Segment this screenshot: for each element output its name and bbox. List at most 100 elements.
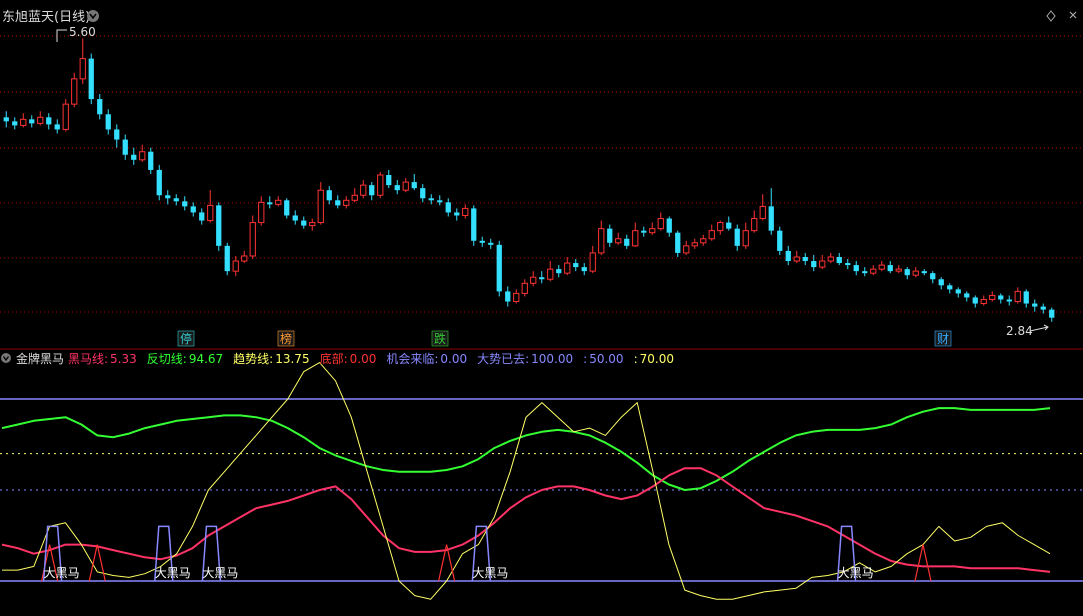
- candle-body: [241, 255, 248, 262]
- title-dropdown-button[interactable]: [87, 10, 99, 22]
- candle: [190, 202, 196, 217]
- candle: [972, 295, 978, 308]
- candle-body: [46, 117, 52, 125]
- candle: [641, 226, 647, 237]
- candle-body: [454, 212, 460, 216]
- candle-body: [700, 238, 707, 244]
- candle: [811, 254, 817, 272]
- candle: [360, 180, 367, 199]
- candle-body: [114, 129, 120, 140]
- candle-body: [589, 252, 596, 272]
- candle-body: [972, 297, 978, 304]
- candle-body: [1032, 303, 1038, 307]
- candle-body: [768, 206, 774, 231]
- candle-body: [411, 182, 417, 189]
- candle-body: [496, 244, 502, 292]
- candle-body: [513, 292, 520, 303]
- candle: [878, 261, 885, 272]
- candle-body: [530, 276, 537, 284]
- candle-body: [717, 222, 724, 232]
- candle: [454, 208, 460, 221]
- high-pointer: [56, 29, 67, 42]
- candle: [29, 115, 35, 128]
- candle-body: [581, 267, 587, 272]
- candle-body: [122, 139, 128, 155]
- candle-body: [930, 273, 936, 280]
- candle-body: [938, 279, 944, 286]
- candle-body: [1006, 299, 1012, 302]
- candle: [46, 113, 52, 130]
- candle-body: [734, 228, 740, 246]
- signal-markers: 大黑马 大黑马 大黑马 大黑马 大黑马: [42, 525, 874, 582]
- candle: [114, 124, 120, 148]
- candle: [471, 205, 477, 246]
- event-tags: 停榜跌财: [177, 330, 952, 347]
- candle-body: [895, 268, 902, 272]
- candle-body: [547, 268, 554, 280]
- candle: [301, 216, 307, 229]
- candle-body: [904, 269, 910, 276]
- indicator-name: 金牌黑马: [16, 351, 64, 366]
- candle: [505, 286, 511, 307]
- candle: [564, 256, 571, 276]
- candle: [54, 119, 60, 134]
- panel-menu-icon[interactable]: [1046, 10, 1077, 22]
- candle-body: [989, 294, 996, 300]
- candle-body: [267, 202, 273, 205]
- candle: [989, 291, 996, 302]
- candle: [335, 195, 341, 209]
- candle: [241, 250, 248, 264]
- event-tag[interactable]: 跌: [431, 330, 449, 347]
- candle-body: [785, 250, 791, 262]
- candle: [326, 186, 332, 205]
- candle: [88, 53, 94, 105]
- candle-body: [870, 268, 877, 274]
- candle-body: [666, 218, 672, 233]
- legend-item: 底部: 0.00: [320, 351, 377, 366]
- candle-body: [836, 256, 842, 264]
- candle-body: [980, 298, 987, 305]
- candle-body: [71, 78, 78, 105]
- legend-value: 100.00: [531, 352, 573, 366]
- candle: [521, 279, 528, 297]
- candle: [496, 240, 502, 297]
- signal-label: 大黑马: [44, 566, 80, 580]
- candle: [488, 238, 494, 249]
- candle: [377, 171, 384, 199]
- candle: [904, 267, 910, 280]
- candle-body: [88, 58, 94, 100]
- event-tag[interactable]: 财: [934, 330, 952, 347]
- candle-body: [335, 200, 341, 206]
- price-gridlines: [0, 35, 1083, 313]
- legend-value: 0.00: [350, 352, 377, 366]
- candle: [930, 271, 936, 284]
- candle: [802, 252, 808, 266]
- indicator-legend: 黑马线: 5.33 反切线: 94.67 趋势线: 13.75 底部: 0.00 机会来临: 0.…: [68, 351, 674, 366]
- candle: [37, 111, 44, 126]
- candle-body: [394, 185, 400, 191]
- legend-value: 94.67: [189, 352, 223, 366]
- candle: [216, 202, 222, 251]
- candle-body: [462, 207, 469, 216]
- candle-body: [777, 230, 783, 251]
- candle: [530, 271, 537, 287]
- candle-body: [751, 218, 758, 232]
- signal-marker: 大黑马: [154, 525, 191, 582]
- candle: [666, 216, 672, 237]
- candle-body: [573, 263, 579, 268]
- legend-value: 50.00: [589, 352, 623, 366]
- legend-value: 0.00: [440, 352, 467, 366]
- candle-body: [641, 230, 647, 233]
- candle-body: [309, 222, 316, 227]
- legend-item: 反切线: 94.67: [147, 352, 223, 366]
- candle: [148, 147, 154, 174]
- event-tag-label: 榜: [280, 331, 292, 346]
- indicator-dropdown-button[interactable]: [1, 353, 11, 363]
- candle-body: [249, 222, 256, 257]
- candle: [649, 222, 656, 235]
- event-tag[interactable]: 停: [177, 330, 195, 347]
- signal-label: 大黑马: [472, 566, 508, 580]
- event-tag[interactable]: 榜: [277, 330, 295, 347]
- candle: [751, 210, 758, 233]
- candle-body: [3, 117, 9, 122]
